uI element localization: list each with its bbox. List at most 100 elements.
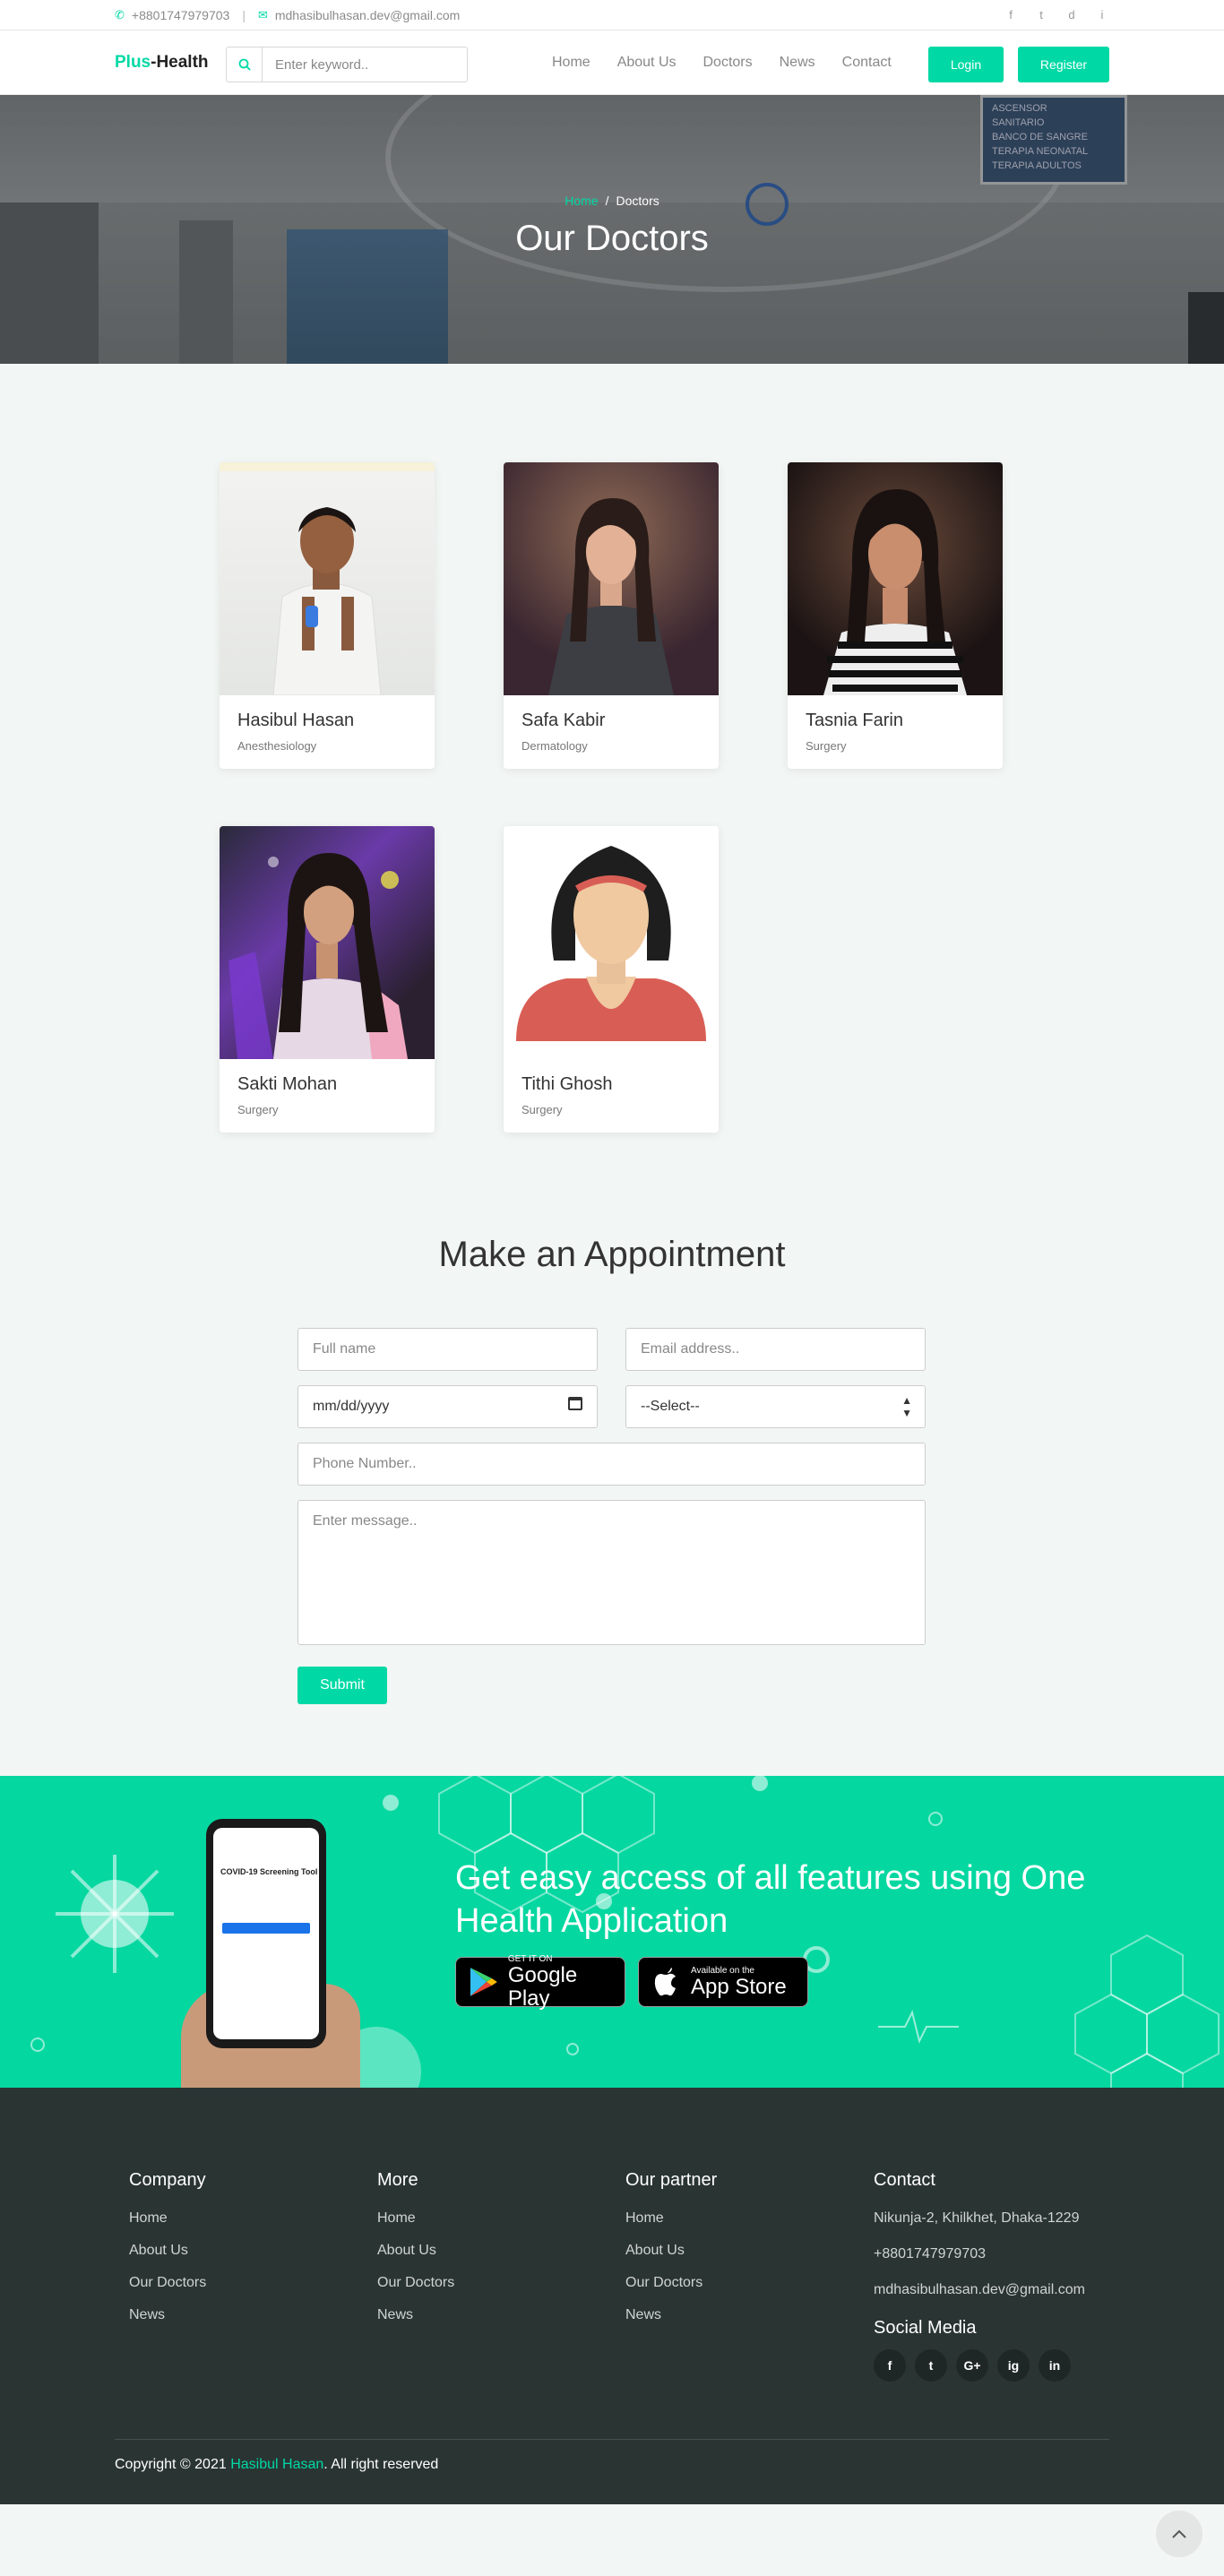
footer-col-company: Company Home About Us Our Doctors News xyxy=(129,2170,206,2339)
footer-col-contact: Contact Nikunja-2, Khilkhet, Dhaka-1229 … xyxy=(874,2170,1085,2382)
contact-info: ✆ +8801747979703 | ✉ mdhasibulhasan.dev@… xyxy=(115,8,460,22)
calendar-icon[interactable] xyxy=(568,1397,582,1410)
instagram-icon[interactable]: i xyxy=(1095,8,1109,22)
submit-button[interactable]: Submit xyxy=(297,1667,387,1704)
decor-circle xyxy=(566,2043,579,2055)
footer-link[interactable]: Home xyxy=(625,2210,717,2227)
doctor-name: Tasnia Farin xyxy=(806,711,903,730)
doctor-photo xyxy=(220,826,435,1059)
navbar: Plus-Health Home About Us Doctors News C… xyxy=(0,30,1224,95)
phone-mockup: COVID-19 Screening Tool xyxy=(206,1819,326,2048)
appointment-title: Make an Appointment xyxy=(438,1235,786,1274)
breadcrumb-current: Doctors xyxy=(616,194,659,208)
linkedin-icon[interactable]: in xyxy=(1039,2349,1071,2382)
nav-doctors[interactable]: Doctors xyxy=(703,55,753,71)
message-field[interactable]: Enter message.. xyxy=(297,1500,926,1645)
mail-icon: ✉ xyxy=(257,8,268,22)
select-arrows-icon: ▲ ▼ xyxy=(901,1394,912,1419)
nav-about-us[interactable]: About Us xyxy=(617,55,677,71)
doctor-card[interactable]: Hasibul Hasan Anesthesiology xyxy=(220,462,435,769)
footer-link[interactable]: About Us xyxy=(129,2243,206,2259)
footer-phone[interactable]: +8801747979703 xyxy=(874,2246,1085,2262)
doctor-card[interactable]: Tasnia Farin Surgery xyxy=(788,462,1003,769)
divider: | xyxy=(242,8,246,22)
doctor-photo xyxy=(220,462,435,695)
facebook-icon[interactable]: f xyxy=(1004,8,1018,22)
footer-link[interactable]: Our Doctors xyxy=(129,2275,206,2291)
footer-col-title: Company xyxy=(129,2170,206,2190)
google-play-small: GET IT ON xyxy=(507,1953,553,1964)
app-promo-banner: COVID-19 Screening Tool Get easy access … xyxy=(0,1776,1224,2088)
doctor-photo xyxy=(788,462,1003,695)
doctor-card[interactable]: Sakti Mohan Surgery xyxy=(220,826,435,1133)
top-bar: ✆ +8801747979703 | ✉ mdhasibulhasan.dev@… xyxy=(0,0,1224,30)
footer-divider xyxy=(115,2439,1109,2440)
instagram-icon[interactable]: ig xyxy=(997,2349,1030,2382)
doctor-card[interactable]: Safa Kabir Dermatology xyxy=(504,462,719,769)
twitter-icon[interactable]: t xyxy=(915,2349,947,2382)
breadcrumb: Home / Doctors xyxy=(0,194,1224,208)
phone-icon: ✆ xyxy=(115,8,125,22)
full-name-field[interactable]: Full name xyxy=(297,1328,598,1371)
phone-screen-button xyxy=(222,1923,310,1934)
facebook-icon[interactable]: f xyxy=(874,2349,906,2382)
full-name-placeholder: Full name xyxy=(313,1341,376,1357)
main-nav: Home About Us Doctors News Contact xyxy=(552,55,918,71)
phone-field[interactable]: Phone Number.. xyxy=(297,1443,926,1486)
footer-link[interactable]: About Us xyxy=(377,2243,454,2259)
footer-link[interactable]: News xyxy=(129,2307,206,2323)
google-play-badge[interactable]: GET IT ON Google Play xyxy=(455,1953,625,2010)
phone-screen-title: COVID-19 Screening Tool xyxy=(220,1867,318,1876)
search-input[interactable] xyxy=(263,48,460,81)
scroll-to-top-button[interactable] xyxy=(1156,2511,1202,2557)
nav-home[interactable]: Home xyxy=(552,55,590,71)
date-field[interactable]: mm/dd/yyyy xyxy=(297,1385,598,1428)
social-media-title: Social Media xyxy=(874,2318,977,2338)
app-store-small: Available on the xyxy=(691,1965,754,1976)
doctor-avatar xyxy=(504,826,719,1059)
footer-link[interactable]: News xyxy=(625,2307,717,2323)
phone-screen: COVID-19 Screening Tool xyxy=(213,1828,319,2039)
register-button[interactable]: Register xyxy=(1018,47,1109,82)
doctor-name: Sakti Mohan xyxy=(237,1074,338,1094)
brand-part2: -Health xyxy=(151,53,209,72)
brand-logo[interactable]: Plus-Health xyxy=(115,53,209,73)
google-plus-icon[interactable]: G+ xyxy=(956,2349,988,2382)
login-button[interactable]: Login xyxy=(928,47,1004,82)
doctor-card[interactable]: Tithi Ghosh Surgery xyxy=(504,826,719,1133)
page-hero: ASCENSOR SANITARIO BANCO DE SANGRE TERAP… xyxy=(0,95,1224,364)
email-placeholder: Email address.. xyxy=(641,1341,740,1357)
search-box xyxy=(226,47,468,82)
copyright-prefix: Copyright © 2021 xyxy=(115,2457,231,2472)
nav-contact[interactable]: Contact xyxy=(842,55,892,71)
social-links: f t G+ ig in xyxy=(874,2349,1085,2382)
footer-email[interactable]: mdhasibulhasan.dev@gmail.com xyxy=(874,2282,1085,2298)
email-field[interactable]: Email address.. xyxy=(625,1328,926,1371)
footer-col-partner: Our partner Home About Us Our Doctors Ne… xyxy=(625,2170,717,2339)
chevron-up-icon xyxy=(1172,2529,1186,2538)
dribbble-icon[interactable]: d xyxy=(1065,8,1079,22)
doctor-specialty: Dermatology xyxy=(521,739,588,753)
footer-col-title: More xyxy=(377,2170,418,2190)
topbar-email[interactable]: mdhasibulhasan.dev@gmail.com xyxy=(275,8,460,22)
search-icon[interactable] xyxy=(227,47,263,82)
copyright: Copyright © 2021 Hasibul Hasan. All righ… xyxy=(115,2457,438,2473)
decor-circle xyxy=(30,2038,45,2052)
footer-link[interactable]: Home xyxy=(377,2210,454,2227)
breadcrumb-home[interactable]: Home xyxy=(565,194,598,208)
footer-link[interactable]: Our Doctors xyxy=(377,2275,454,2291)
doctor-specialty: Surgery xyxy=(521,1103,563,1116)
copyright-suffix: . All right reserved xyxy=(323,2457,439,2472)
footer-link[interactable]: Our Doctors xyxy=(625,2275,717,2291)
footer-link[interactable]: Home xyxy=(129,2210,206,2227)
twitter-icon[interactable]: t xyxy=(1034,8,1048,22)
app-store-badge[interactable]: Available on the App Store xyxy=(638,1957,808,2007)
department-select[interactable]: --Select-- ▲ ▼ xyxy=(625,1385,926,1428)
virus-icon xyxy=(56,1855,174,1973)
copyright-author-link[interactable]: Hasibul Hasan xyxy=(230,2457,323,2472)
decor-circle xyxy=(928,1812,943,1826)
footer-link[interactable]: About Us xyxy=(625,2243,717,2259)
footer-link[interactable]: News xyxy=(377,2307,454,2323)
topbar-phone[interactable]: +8801747979703 xyxy=(132,8,229,22)
nav-news[interactable]: News xyxy=(780,55,815,71)
